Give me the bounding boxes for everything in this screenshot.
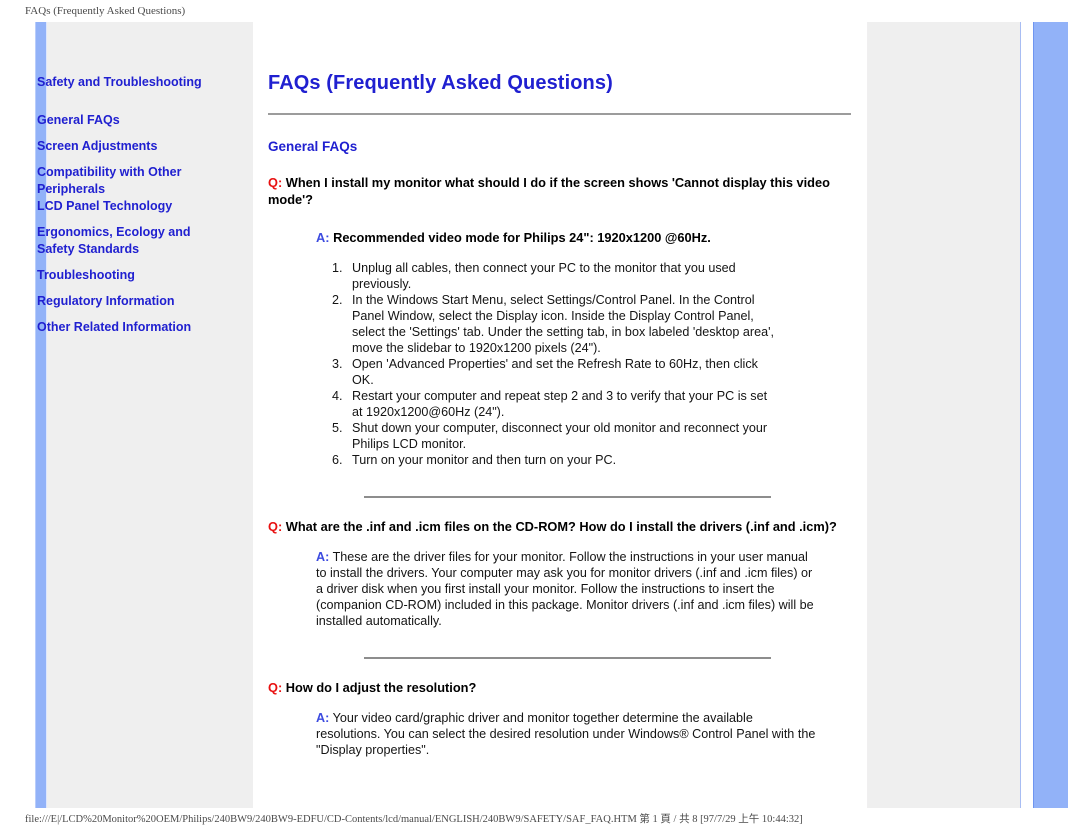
list-item: Open 'Advanced Properties' and set the R… — [346, 356, 778, 388]
faq-question-2: Q: What are the .inf and .icm files on t… — [268, 518, 855, 535]
print-footer-text: file:///E|/LCD%20Monitor%20OEM/Philips/2… — [25, 814, 803, 825]
faq-question-1: Q: When I install my monitor what should… — [268, 174, 855, 208]
answer-marker: A: — [316, 230, 330, 245]
faq-question-2-text: What are the .inf and .icm files on the … — [285, 519, 837, 534]
main-content-inner: FAQs (Frequently Asked Questions) Genera… — [268, 22, 868, 758]
sidebar-item-safety-and-troubleshooting[interactable]: Safety and Troubleshooting — [37, 74, 212, 91]
page-title: FAQs (Frequently Asked Questions) — [268, 72, 613, 94]
faq-answer-3-text: Your video card/graphic driver and monit… — [316, 711, 816, 757]
faq-answer-1-head-text: Recommended video mode for Philips 24": … — [333, 230, 711, 245]
list-item: Turn on your monitor and then turn on yo… — [346, 452, 778, 468]
question-marker: Q: — [268, 175, 283, 190]
faq-separator-1 — [364, 496, 771, 498]
sidebar-navigation: Safety and Troubleshooting General FAQs … — [37, 74, 212, 336]
sidebar-item-ergonomics-ecology-and-safety-standards[interactable]: Ergonomics, Ecology and Safety Standards — [37, 224, 212, 258]
print-header-title: FAQs (Frequently Asked Questions) — [25, 5, 186, 17]
list-item: In the Windows Start Menu, select Settin… — [346, 292, 778, 356]
sidebar-item-compatibility-with-other-peripherals[interactable]: Compatibility with Other Peripherals — [37, 164, 212, 198]
sidebar-item-other-related-information[interactable]: Other Related Information — [37, 319, 212, 336]
sidebar-item-general-faqs[interactable]: General FAQs — [37, 112, 212, 129]
sidebar-item-lcd-panel-technology[interactable]: LCD Panel Technology — [37, 198, 212, 215]
faq-question-3: Q: How do I adjust the resolution? — [268, 679, 855, 696]
faq-question-3-text: How do I adjust the resolution? — [285, 680, 477, 695]
list-item: Shut down your computer, disconnect your… — [346, 420, 778, 452]
list-item: Unplug all cables, then connect your PC … — [346, 260, 778, 292]
browser-print-footer: file:///E|/LCD%20Monitor%20OEM/Philips/2… — [0, 810, 1080, 834]
right-panel-divider — [1020, 22, 1021, 808]
question-marker: Q: — [268, 519, 283, 534]
section-title-general-faqs: General FAQs — [268, 139, 358, 154]
right-panel — [868, 22, 1021, 808]
sidebar-item-screen-adjustments[interactable]: Screen Adjustments — [37, 138, 212, 155]
faq-answer-1-steps: Unplug all cables, then connect your PC … — [268, 260, 778, 468]
faq-separator-2 — [364, 657, 771, 659]
faq-answer-2-text: These are the driver files for your moni… — [316, 550, 814, 628]
page-canvas: Safety and Troubleshooting General FAQs … — [0, 22, 1080, 808]
faq-answer-3: A: Your video card/graphic driver and mo… — [316, 710, 816, 758]
list-item: Restart your computer and repeat step 2 … — [346, 388, 778, 420]
faq-answer-2: A: These are the driver files for your m… — [316, 549, 816, 629]
right-accent-bar — [1033, 22, 1068, 808]
answer-marker: A: — [316, 550, 330, 564]
sidebar-item-regulatory-information[interactable]: Regulatory Information — [37, 293, 212, 310]
answer-marker: A: — [316, 711, 330, 725]
faq-answer-1-head: A: Recommended video mode for Philips 24… — [316, 229, 846, 246]
faq-question-1-text: When I install my monitor what should I … — [268, 175, 830, 207]
browser-print-header: FAQs (Frequently Asked Questions) — [0, 0, 1080, 22]
question-marker: Q: — [268, 680, 283, 695]
main-content-column: FAQs (Frequently Asked Questions) Genera… — [253, 22, 868, 808]
sidebar-item-troubleshooting[interactable]: Troubleshooting — [37, 267, 212, 284]
